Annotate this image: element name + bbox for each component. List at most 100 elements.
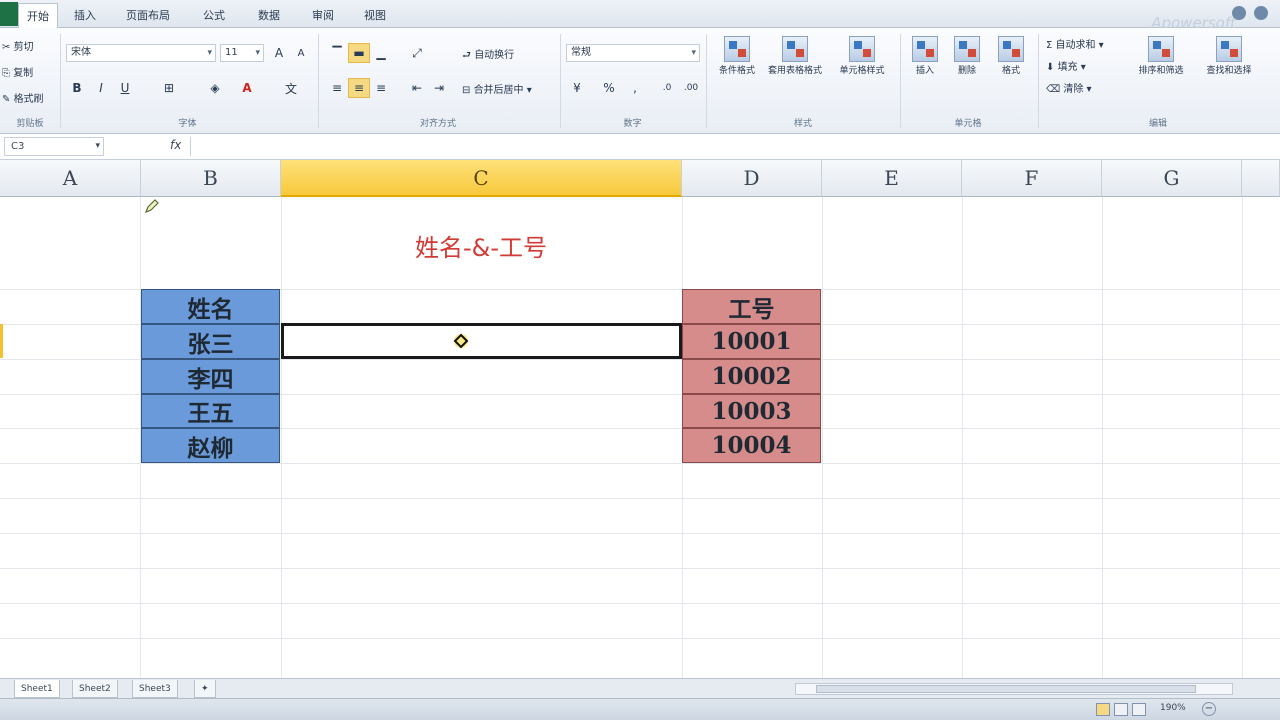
decrease-indent-icon[interactable]: ⇤: [406, 78, 428, 98]
bold-button[interactable]: B: [66, 78, 88, 98]
gridline: [0, 498, 1280, 499]
format-cells-icon: [998, 36, 1024, 62]
zoom-out-icon[interactable]: −: [1202, 702, 1216, 716]
tab-data[interactable]: 数据: [250, 3, 288, 28]
font-group-label: 字体: [178, 119, 197, 129]
help-icon[interactable]: [1232, 6, 1246, 20]
sort-filter-label: 排序和筛选: [1138, 66, 1184, 76]
column-header-g[interactable]: G: [1102, 160, 1242, 197]
underline-button[interactable]: U: [114, 78, 136, 98]
page-break-view-icon[interactable]: [1132, 703, 1146, 716]
currency-icon[interactable]: ¥: [566, 78, 588, 98]
sheet-tab-3[interactable]: Sheet3: [132, 680, 178, 698]
sort-filter-icon: [1148, 36, 1174, 62]
percent-icon[interactable]: %: [598, 78, 620, 98]
increase-decimal-icon[interactable]: .0: [656, 78, 678, 98]
cell-styles-icon: [849, 36, 875, 62]
id-cell[interactable]: 10001: [682, 324, 821, 359]
clear-button[interactable]: ⌫ 清除 ▾: [1046, 80, 1092, 95]
new-sheet-icon[interactable]: ✦: [194, 680, 216, 698]
find-select-button[interactable]: 查找和选择: [1196, 36, 1262, 77]
column-header-e[interactable]: E: [822, 160, 962, 197]
font-name-select[interactable]: 宋体: [66, 44, 216, 62]
id-cell[interactable]: 10003: [682, 394, 821, 428]
align-bottom-icon[interactable]: ▁: [370, 43, 392, 63]
name-cell[interactable]: 李四: [141, 359, 280, 394]
borders-icon[interactable]: ⊞: [158, 78, 180, 98]
name-cell[interactable]: 王五: [141, 394, 280, 428]
sheet-title[interactable]: 姓名-&-工号: [281, 224, 681, 266]
align-middle-icon[interactable]: ▬: [348, 43, 370, 63]
text-orientation-icon[interactable]: ⤢: [406, 43, 428, 63]
tab-insert[interactable]: 插入: [66, 3, 104, 28]
formula-bar: C3 fx: [0, 134, 1280, 160]
copy-button[interactable]: ⎘ 复制: [2, 64, 33, 79]
file-menu-button[interactable]: [0, 2, 18, 26]
column-header-f[interactable]: F: [962, 160, 1102, 197]
font-color-icon[interactable]: A: [236, 78, 258, 98]
column-header-c[interactable]: C: [281, 160, 682, 197]
id-cell[interactable]: 10004: [682, 428, 821, 463]
tab-formulas[interactable]: 公式: [195, 3, 233, 28]
tab-home[interactable]: 开始: [18, 3, 58, 28]
id-cell[interactable]: 10002: [682, 359, 821, 394]
column-header-h[interactable]: [1242, 160, 1280, 197]
tab-page-layout[interactable]: 页面布局: [118, 3, 178, 28]
ribbon-collapse-icon[interactable]: [1254, 6, 1268, 20]
format-as-table-label: 套用表格格式: [768, 66, 823, 76]
gridline: [0, 603, 1280, 604]
sort-filter-button[interactable]: 排序和筛选: [1128, 36, 1194, 77]
phonetic-icon[interactable]: 文: [280, 78, 302, 98]
cell-styles-button[interactable]: 单元格样式: [830, 36, 894, 77]
conditional-formatting-label: 条件格式: [718, 66, 755, 76]
increase-indent-icon[interactable]: ⇥: [428, 78, 450, 98]
worksheet-grid[interactable]: A B C D E F G 姓名-&-工号 姓名 张三 李四 王五 赵柳 工号 …: [0, 160, 1280, 678]
scrollbar-thumb[interactable]: [816, 685, 1196, 693]
zoom-level[interactable]: 190%: [1160, 703, 1186, 713]
autosum-button[interactable]: Σ 自动求和 ▾: [1046, 36, 1104, 51]
wrap-text-button[interactable]: ⮐ 自动换行: [462, 46, 514, 65]
ids-header-cell[interactable]: 工号: [682, 289, 821, 324]
sheet-tab-1[interactable]: Sheet1: [14, 680, 60, 698]
sheet-tab-2[interactable]: Sheet2: [72, 680, 118, 698]
align-right-icon[interactable]: ≡: [370, 78, 392, 98]
column-header-b[interactable]: B: [141, 160, 281, 197]
italic-button[interactable]: I: [90, 78, 112, 98]
autosum-label: 自动求和: [1055, 40, 1096, 51]
format-as-table-button[interactable]: 套用表格格式: [768, 36, 822, 77]
align-top-icon[interactable]: ▔: [326, 43, 348, 63]
number-format-select[interactable]: 常规: [566, 44, 700, 62]
column-header-d[interactable]: D: [682, 160, 822, 197]
selected-cell-c3[interactable]: [281, 323, 682, 359]
formula-input[interactable]: [190, 137, 1276, 156]
name-cell[interactable]: 赵柳: [141, 428, 280, 463]
name-box[interactable]: C3: [4, 137, 104, 156]
cut-button[interactable]: ✂ 剪切: [2, 38, 34, 53]
number-group-label: 数字: [623, 119, 642, 129]
tab-view[interactable]: 视图: [356, 3, 394, 28]
name-cell[interactable]: 张三: [141, 324, 280, 359]
decrease-decimal-icon[interactable]: .00: [680, 78, 702, 98]
format-painter-button[interactable]: ✎ 格式刷: [2, 90, 44, 105]
merge-center-button[interactable]: ⊟ 合并后居中 ▾: [462, 81, 532, 96]
gridline: [822, 197, 823, 678]
find-select-icon: [1216, 36, 1242, 62]
conditional-formatting-button[interactable]: 条件格式: [710, 36, 764, 77]
shrink-font-button[interactable]: A: [290, 43, 312, 63]
align-left-icon[interactable]: ≡: [326, 78, 348, 98]
names-header-cell[interactable]: 姓名: [141, 289, 280, 324]
horizontal-scrollbar[interactable]: [795, 683, 1233, 695]
fx-icon[interactable]: fx: [170, 138, 181, 152]
comma-icon[interactable]: ,: [624, 78, 646, 98]
align-center-icon[interactable]: ≡: [348, 78, 370, 98]
normal-view-icon[interactable]: [1096, 703, 1110, 716]
fill-color-icon[interactable]: ◈: [204, 78, 226, 98]
grow-font-button[interactable]: A: [268, 43, 290, 63]
font-size-select[interactable]: 11: [220, 44, 264, 62]
column-header-a[interactable]: A: [0, 160, 141, 197]
tab-review[interactable]: 审阅: [304, 3, 342, 28]
page-layout-view-icon[interactable]: [1114, 703, 1128, 716]
group-divider: [1038, 34, 1039, 128]
fill-button[interactable]: ⬇ 填充 ▾: [1046, 58, 1086, 73]
format-cells-button[interactable]: 格式: [984, 36, 1038, 77]
